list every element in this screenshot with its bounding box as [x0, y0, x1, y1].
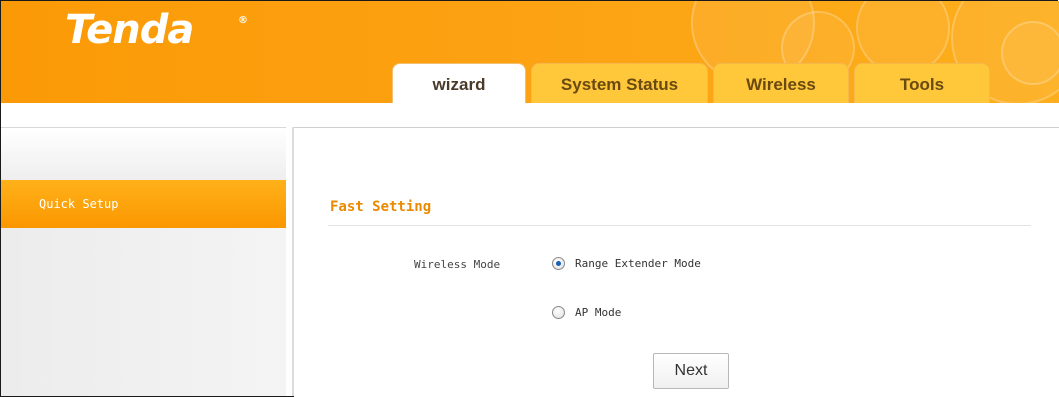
tab-tools[interactable]: Tools — [854, 63, 990, 103]
content-panel: Fast Setting Wireless Mode Range Extende… — [294, 127, 1059, 397]
tab-wizard[interactable]: wizard — [392, 63, 526, 103]
section-divider — [328, 225, 1031, 226]
tenda-logo: Tenda — [65, 7, 194, 53]
registered-mark: ® — [238, 15, 248, 26]
ap-mode-option[interactable]: AP Mode — [552, 306, 621, 319]
wireless-mode-label: Wireless Mode — [414, 258, 501, 271]
header: Tenda ® wizard System Status Wireless To… — [1, 1, 1059, 103]
range-extender-radio[interactable] — [552, 257, 565, 270]
tab-wireless[interactable]: Wireless — [713, 63, 849, 103]
ap-mode-radio[interactable] — [552, 306, 565, 319]
sidebar: Quick Setup — [1, 127, 286, 396]
range-extender-label: Range Extender Mode — [575, 257, 701, 270]
sidebar-item-quick-setup[interactable]: Quick Setup — [1, 180, 286, 228]
header-spacer — [1, 103, 1059, 127]
next-button[interactable]: Next — [653, 353, 729, 389]
main-tabs: wizard System Status Wireless Tools — [1, 63, 1059, 103]
ap-mode-label: AP Mode — [575, 306, 622, 319]
sidebar-header — [1, 127, 286, 180]
range-extender-option[interactable]: Range Extender Mode — [552, 257, 701, 270]
tab-system-status[interactable]: System Status — [531, 63, 708, 103]
section-title: Fast Setting — [330, 199, 432, 215]
